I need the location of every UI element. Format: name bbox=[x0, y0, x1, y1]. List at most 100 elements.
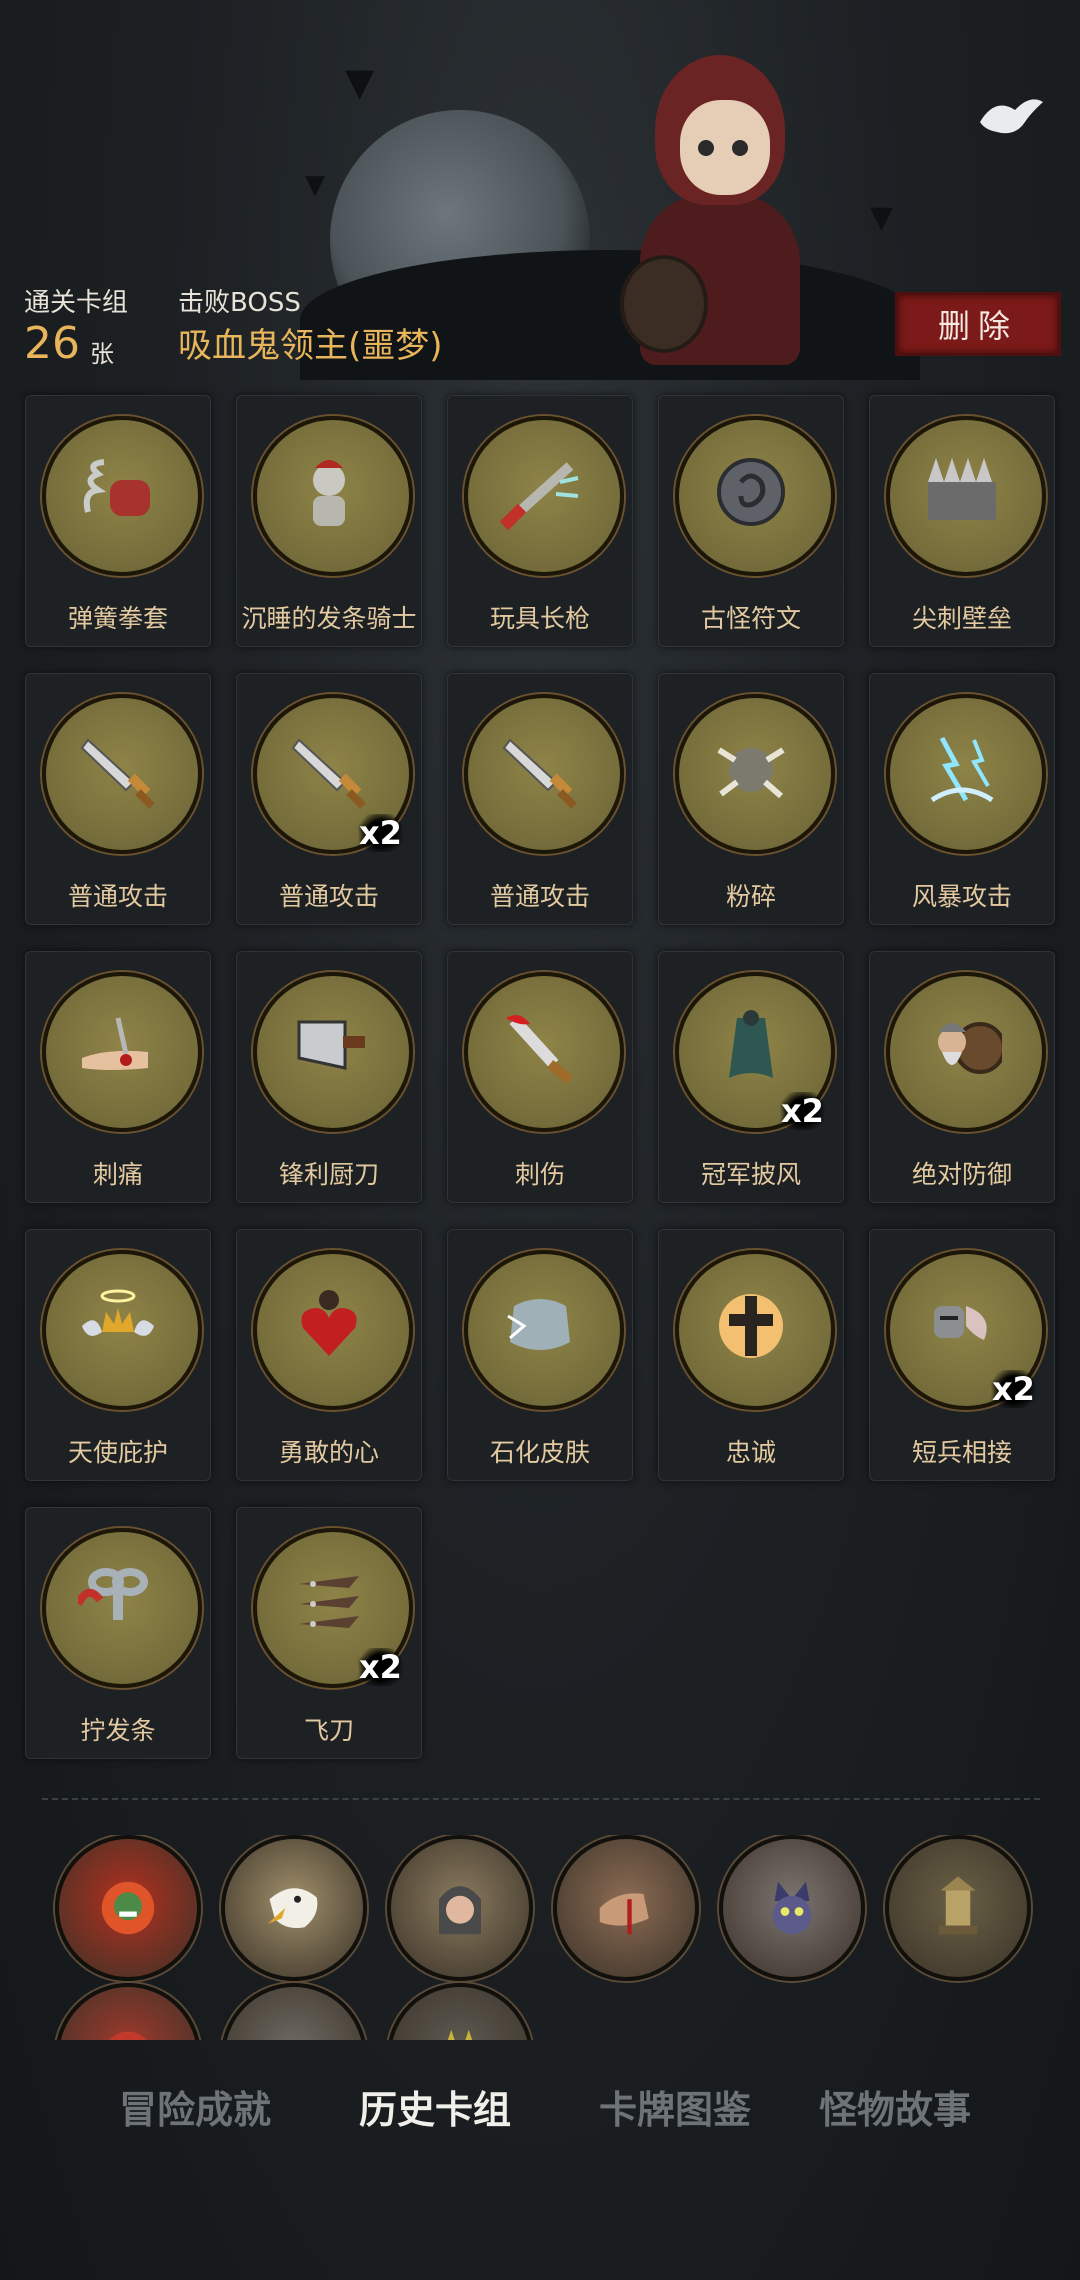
monster-portrait[interactable] bbox=[553, 1835, 699, 1981]
card-item[interactable]: 飞刀 x2 bbox=[236, 1507, 422, 1759]
boss-name: 吸血鬼领主(噩梦) bbox=[178, 326, 443, 366]
sword-icon bbox=[500, 730, 580, 810]
card-name: 普通攻击 bbox=[278, 882, 379, 911]
card-name: 普通攻击 bbox=[67, 882, 168, 911]
card-name: 短兵相接 bbox=[911, 1438, 1012, 1467]
card-name: 飞刀 bbox=[303, 1716, 354, 1745]
stone-skin-icon bbox=[500, 1286, 580, 1366]
card-name: 绝对防御 bbox=[911, 1160, 1012, 1189]
card-item[interactable]: 拧发条 bbox=[25, 1507, 211, 1759]
bat-icon: ▼ bbox=[305, 170, 325, 200]
dwarf-shield-icon bbox=[922, 1008, 1006, 1088]
defeated-boss-label: 击败BOSS bbox=[178, 288, 301, 318]
card-item[interactable]: 绝对防御 bbox=[869, 951, 1055, 1203]
bloody-hand-icon bbox=[591, 1873, 661, 1943]
card-count: 26 bbox=[24, 318, 80, 369]
idol-statue-icon bbox=[923, 1873, 993, 1943]
tab-3[interactable]: 怪物故事 bbox=[790, 2070, 1000, 2150]
card-item[interactable]: 勇敢的心 bbox=[236, 1229, 422, 1481]
card-name: 粉碎 bbox=[725, 882, 776, 911]
knight-icon bbox=[922, 1286, 1002, 1366]
card-item[interactable]: 古怪符文 bbox=[658, 395, 844, 647]
card-item[interactable]: 尖刺壁垒 bbox=[869, 395, 1055, 647]
divider bbox=[42, 1798, 1040, 1800]
card-item[interactable]: 弹簧拳套 bbox=[25, 395, 211, 647]
card-item[interactable]: 锋利厨刀 bbox=[236, 951, 422, 1203]
smash-icon bbox=[711, 730, 791, 810]
monster-portrait[interactable] bbox=[55, 1835, 201, 1981]
card-item[interactable]: 刺伤 bbox=[447, 951, 633, 1203]
card-name: 刺痛 bbox=[92, 1160, 143, 1189]
tab-0[interactable]: 冒险成就 bbox=[90, 2070, 300, 2150]
hooded-elder-icon bbox=[425, 1873, 495, 1943]
card-item[interactable]: 刺痛 bbox=[25, 951, 211, 1203]
card-item[interactable]: 沉睡的发条骑士 bbox=[236, 395, 422, 647]
clockwork-knight-icon bbox=[289, 452, 369, 532]
card-item[interactable]: 冠军披风 x2 bbox=[658, 951, 844, 1203]
card-item[interactable]: 普通攻击 bbox=[25, 673, 211, 925]
card-name: 锋利厨刀 bbox=[278, 1160, 379, 1189]
card-name: 古怪符文 bbox=[700, 604, 801, 633]
cleaver-icon bbox=[289, 1008, 369, 1088]
card-name: 尖刺壁垒 bbox=[911, 604, 1012, 633]
sword-icon bbox=[78, 730, 158, 810]
card-multiplier-badge: x2 bbox=[355, 814, 406, 852]
card-name: 普通攻击 bbox=[489, 882, 590, 911]
card-name: 弹簧拳套 bbox=[67, 604, 168, 633]
card-name: 冠军披风 bbox=[700, 1160, 801, 1189]
fire-demon-icon bbox=[93, 1873, 163, 1943]
monster-portrait[interactable] bbox=[885, 1835, 1031, 1981]
card-name: 石化皮肤 bbox=[489, 1438, 590, 1467]
card-name: 风暴攻击 bbox=[911, 882, 1012, 911]
cross-icon bbox=[711, 1286, 791, 1366]
angel-crown-icon bbox=[78, 1286, 158, 1366]
throwing-knives-icon bbox=[289, 1564, 369, 1644]
card-item[interactable]: 粉碎 bbox=[658, 673, 844, 925]
card-item[interactable]: 石化皮肤 bbox=[447, 1229, 633, 1481]
monster-portrait[interactable] bbox=[387, 1835, 533, 1981]
storm-icon bbox=[922, 730, 1002, 810]
card-item[interactable]: 玩具长枪 bbox=[447, 395, 633, 647]
tab-1[interactable]: 历史卡组 bbox=[330, 2070, 540, 2150]
card-name: 勇敢的心 bbox=[278, 1438, 379, 1467]
witch-cat-icon bbox=[757, 1873, 827, 1943]
bat-icon: ▼ bbox=[870, 200, 894, 235]
spring-glove-icon bbox=[78, 452, 158, 532]
card-name: 天使庇护 bbox=[67, 1438, 168, 1467]
red-hood-character bbox=[600, 55, 840, 365]
monster-portrait[interactable] bbox=[221, 1835, 367, 1981]
card-name: 忠诚 bbox=[725, 1438, 776, 1467]
card-multiplier-badge: x2 bbox=[355, 1648, 406, 1686]
monster-portrait[interactable] bbox=[221, 1983, 367, 2040]
card-multiplier-badge: x2 bbox=[777, 1092, 828, 1130]
red-beast-icon bbox=[93, 2021, 163, 2040]
toy-lance-icon bbox=[499, 452, 580, 532]
delete-button[interactable]: 删除 bbox=[895, 292, 1061, 356]
card-item[interactable]: 风暴攻击 bbox=[869, 673, 1055, 925]
header-banner: ▼ ▼ ▼ 通关卡组 26 张 击败BOSS 吸血鬼领主(噩梦) 删除 bbox=[0, 0, 1080, 380]
monster-portrait[interactable] bbox=[387, 1983, 533, 2040]
card-name: 刺伤 bbox=[514, 1160, 565, 1189]
card-item[interactable]: 普通攻击 x2 bbox=[236, 673, 422, 925]
monster-list bbox=[0, 1835, 1080, 2040]
card-item[interactable]: 忠诚 bbox=[658, 1229, 844, 1481]
card-multiplier-badge: x2 bbox=[988, 1370, 1039, 1408]
dove-icon[interactable] bbox=[975, 92, 1045, 142]
spike-wall-icon bbox=[922, 452, 1002, 532]
eagle-icon bbox=[259, 1873, 329, 1943]
clear-deck-label: 通关卡组 bbox=[24, 288, 129, 318]
rune-icon bbox=[711, 452, 791, 532]
monster-portrait[interactable] bbox=[719, 1835, 865, 1981]
sword-icon bbox=[289, 730, 369, 810]
bat-icon: ▼ bbox=[345, 60, 375, 104]
card-item[interactable]: 短兵相接 x2 bbox=[869, 1229, 1055, 1481]
card-item[interactable]: 普通攻击 bbox=[447, 673, 633, 925]
tab-2[interactable]: 卡牌图鉴 bbox=[570, 2070, 780, 2150]
jester-icon bbox=[425, 2021, 495, 2040]
card-item[interactable]: 天使庇护 bbox=[25, 1229, 211, 1481]
monster-portrait[interactable] bbox=[55, 1983, 201, 2040]
card-name: 拧发条 bbox=[80, 1716, 156, 1745]
sting-icon bbox=[78, 1008, 158, 1088]
wind-key-icon bbox=[74, 1564, 158, 1644]
card-name: 沉睡的发条骑士 bbox=[241, 604, 417, 633]
